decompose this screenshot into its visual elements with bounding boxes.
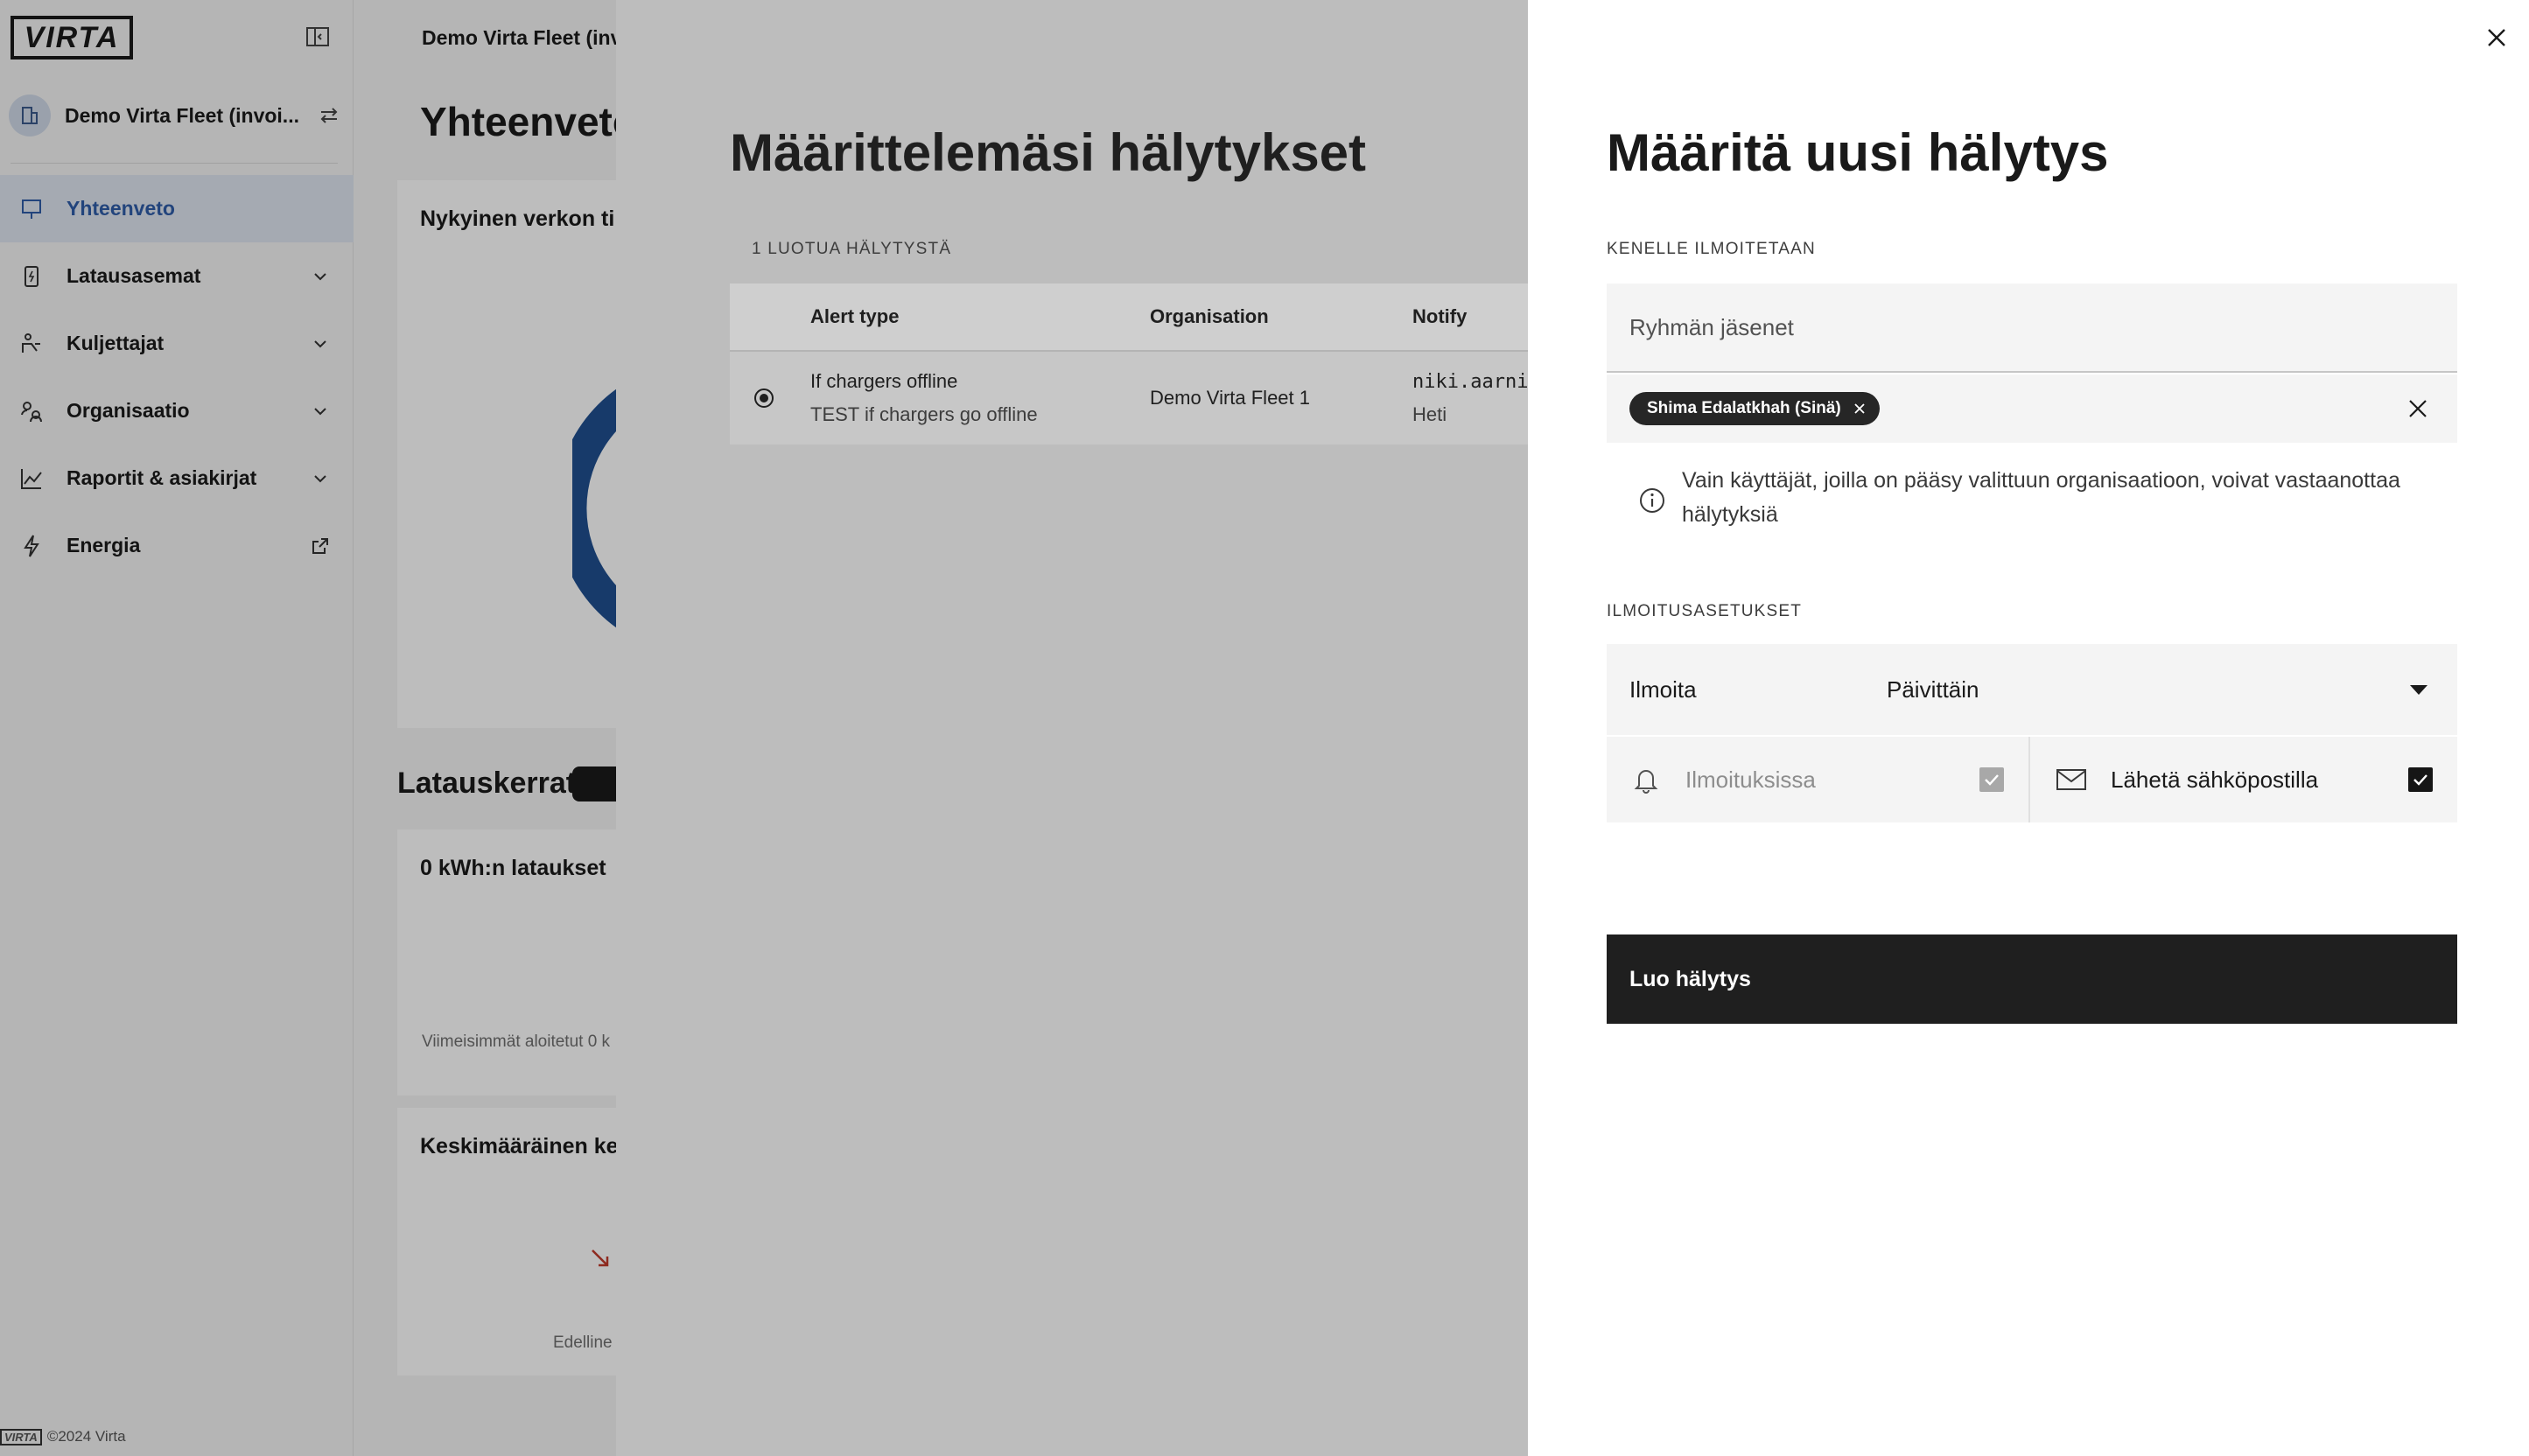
notify-frequency-select[interactable]: Ilmoita Päivittäin — [1607, 644, 2457, 735]
alerts-table: Alert type Organisation Notify If charge… — [730, 284, 1528, 444]
email-channel: Lähetä sähköpostilla — [2030, 737, 2457, 822]
alert-description: TEST if chargers go offline — [810, 403, 1038, 425]
caret-down-icon — [2410, 684, 2427, 695]
alert-type: If chargers offline — [810, 370, 958, 392]
row-radio[interactable] — [754, 388, 774, 408]
members-input[interactable]: Ryhmän jäsenet — [1607, 284, 2457, 373]
in-app-channel-label: Ilmoituksissa — [1685, 766, 1816, 793]
clear-selection-icon[interactable] — [2408, 399, 2427, 418]
table-row[interactable]: If chargers offline TEST if chargers go … — [730, 352, 1528, 444]
form-title: Määritä uusi hälytys — [1607, 123, 2109, 182]
close-icon — [2488, 29, 2505, 46]
column-header-alert-type[interactable]: Alert type — [810, 305, 1150, 328]
notification-settings-label: ILMOITUSASETUKSET — [1607, 602, 1803, 620]
notify-value: Päivittäin — [1887, 676, 1979, 703]
envelope-icon — [2055, 763, 2088, 796]
alert-organisation: Demo Virta Fleet 1 — [1150, 387, 1311, 409]
info-text: Vain käyttäjät, joilla on pääsy valittuu… — [1682, 468, 2400, 527]
info-note: Vain käyttäjät, joilla on pääsy valittuu… — [1638, 464, 2443, 532]
radio-selected-dot — [760, 394, 768, 402]
alert-frequency: Heti — [1412, 402, 1447, 425]
column-header-organisation[interactable]: Organisation — [1150, 305, 1412, 328]
alerts-list-panel: Määrittelemäsi hälytykset 1 LUOTUA HÄLYT… — [616, 0, 1528, 1456]
notification-channels: Ilmoituksissa Lähetä sähköpostilla — [1607, 737, 2457, 822]
info-icon — [1640, 488, 1664, 513]
column-header-notify[interactable]: Notify — [1412, 305, 1467, 328]
checkmark-icon — [1985, 774, 1999, 786]
alert-notify-recipient: niki.aarni — [1412, 370, 1528, 393]
email-channel-label: Lähetä sähköpostilla — [2111, 766, 2319, 793]
selected-members: Shima Edalatkhah (Sinä) — [1607, 374, 2457, 443]
email-checkbox[interactable] — [2408, 767, 2433, 792]
bell-icon — [1629, 763, 1663, 796]
recipients-label: KENELLE ILMOITETAAN — [1607, 240, 1816, 258]
create-alert-button[interactable]: Luo hälytys — [1607, 934, 2457, 1024]
member-tag: Shima Edalatkhah (Sinä) — [1629, 392, 1880, 425]
member-tag-label: Shima Edalatkhah (Sinä) — [1647, 399, 1841, 417]
checkmark-icon — [2413, 774, 2427, 786]
notify-label: Ilmoita — [1629, 676, 1697, 703]
alerts-list-title: Määrittelemäsi hälytykset — [730, 123, 1367, 182]
close-button[interactable] — [2482, 23, 2511, 52]
remove-tag-icon[interactable] — [1853, 402, 1866, 415]
in-app-channel: Ilmoituksissa — [1607, 737, 2030, 822]
alerts-count: 1 LUOTUA HÄLYTYSTÄ — [752, 240, 952, 258]
in-app-checkbox[interactable] — [1979, 767, 2004, 792]
table-header: Alert type Organisation Notify — [730, 284, 1528, 352]
